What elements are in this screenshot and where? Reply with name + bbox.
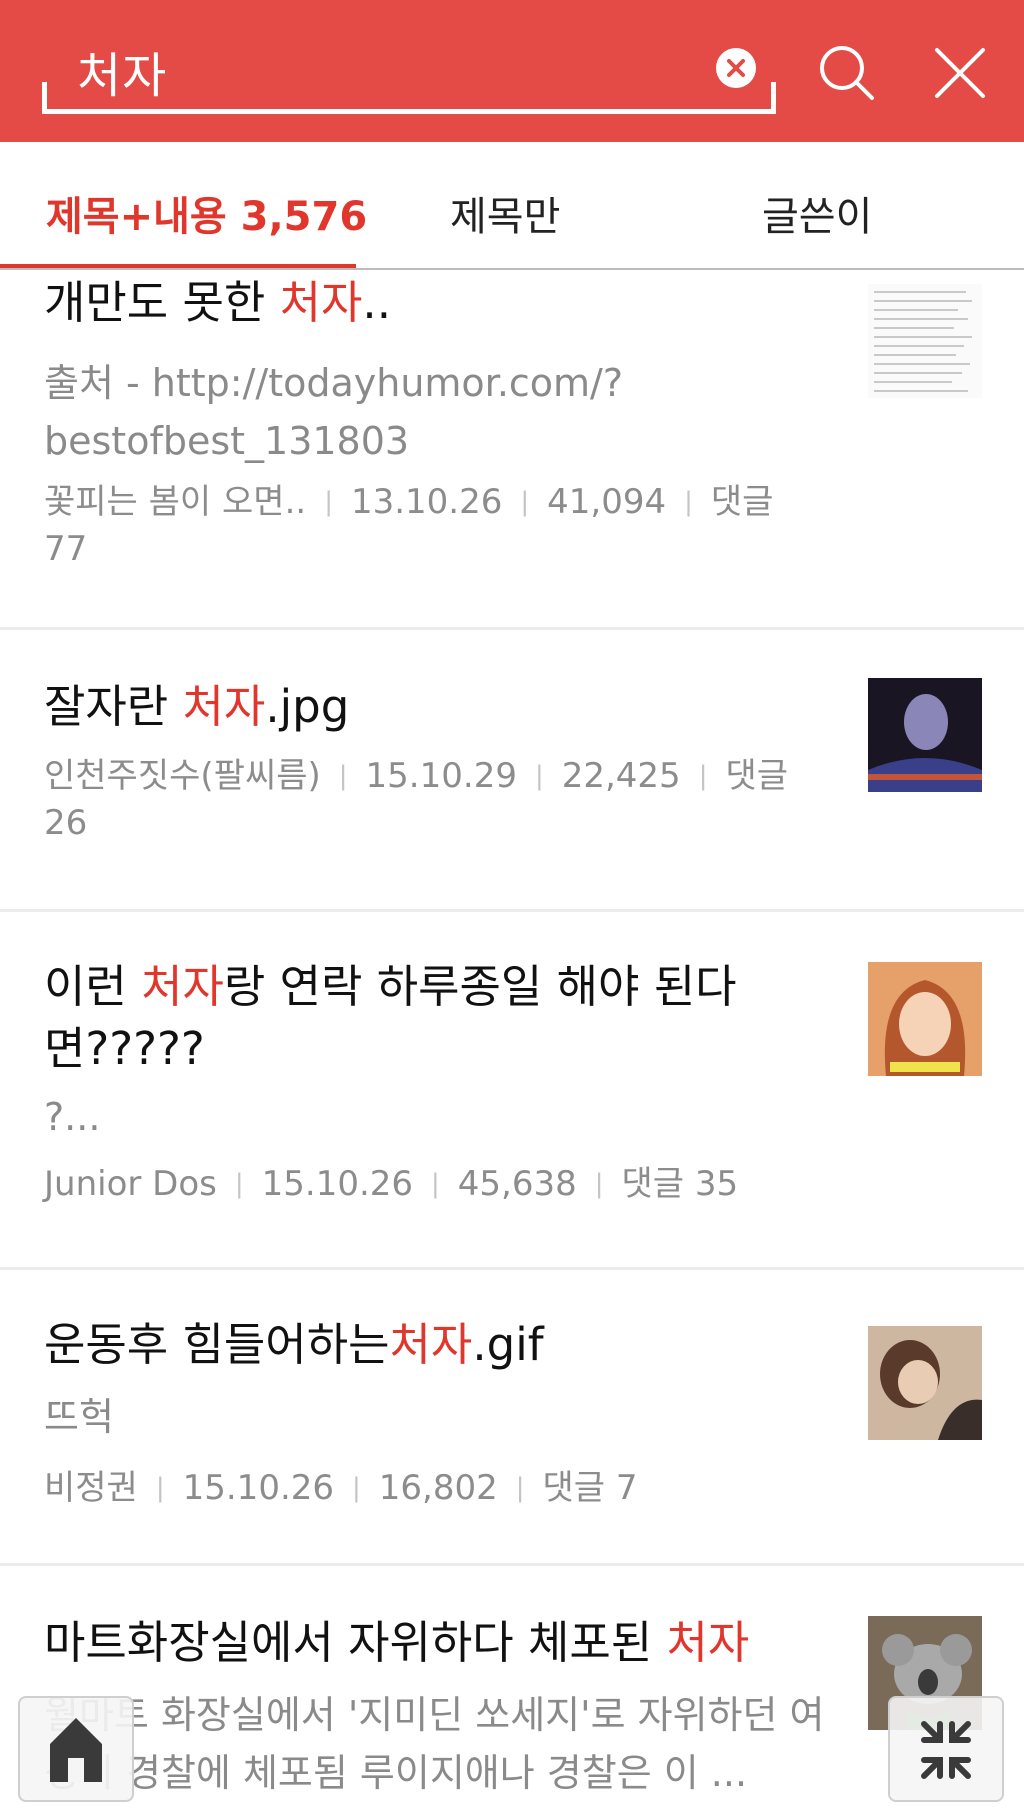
post-meta: 꽃피는 봄이 오면.. | 13.10.26 | 41,094 | 댓글 77 [44,482,774,569]
highlight-term: 처자 [666,1616,750,1669]
list-item[interactable]: 개만도 못한 처자.. 출처 - http://todayhumor.com/?… [0,270,1024,630]
post-thumbnail[interactable] [868,678,982,792]
search-results-list: 개만도 못한 처자.. 출처 - http://todayhumor.com/?… [0,270,1024,1820]
post-date: 15.10.26 [182,1468,335,1508]
home-icon [50,1718,102,1782]
search-query-text[interactable]: 처자 [77,36,167,106]
post-title[interactable]: 이런 처자랑 연락 하루종일 해야 된다면????? [44,956,814,1080]
post-date: 15.10.29 [365,756,517,796]
tab-title-only[interactable]: 제목만 [450,184,560,242]
search-filter-tabs: 제목+내용 3,576 제목만 글쓴이 [0,142,1024,270]
post-snippet: ?... [44,1095,101,1139]
post-author: 꽃피는 봄이 오면.. [44,482,307,522]
post-snippet: 뜨헉 [44,1395,114,1439]
post-author: 인천주짓수(팔씨름) [44,756,321,796]
highlight-term: 처자 [389,1318,473,1371]
post-date: 15.10.26 [261,1164,414,1204]
post-views: 22,425 [561,756,681,796]
post-comments: 댓글 35 [621,1164,739,1204]
search-icon[interactable] [812,38,882,108]
post-author: Junior Dos [44,1164,217,1204]
list-item[interactable]: 이런 처자랑 연락 하루종일 해야 된다면????? ?... Junior D… [0,912,1024,1270]
tab-title-content[interactable]: 제목+내용 3,576 [46,184,367,242]
post-date: 13.10.26 [350,482,503,522]
search-header: 처자 [0,0,1024,142]
search-input[interactable]: 처자 [42,34,776,114]
post-views: 45,638 [457,1164,577,1204]
post-thumbnail[interactable] [868,284,982,398]
post-views: 41,094 [547,482,667,522]
list-item[interactable]: 마트화장실에서 자위하다 체포된 처자 월마트 화장실에서 '지미딘 쏘세지'로… [0,1566,1024,1820]
collapse-button[interactable] [888,1696,1004,1802]
post-title[interactable]: 개만도 못한 처자.. [44,272,814,334]
post-thumbnail[interactable] [868,1326,982,1440]
close-icon[interactable] [925,38,995,108]
list-item[interactable]: 잘자란 처자.jpg 인천주짓수(팔씨름) | 15.10.29 | 22,425 | 댓글… [0,630,1024,912]
highlight-term: 처자 [279,276,363,329]
post-snippet: 출처 - http://todayhumor.com/?bestofbest_1… [44,361,624,463]
highlight-term: 처자 [182,680,266,733]
list-item[interactable]: 운동후 힘들어하는처자.gif 뜨헉 비정권 | 15.10.26 | 16,802 | 댓… [0,1270,1024,1566]
home-button[interactable] [18,1696,134,1802]
post-comments: 댓글 7 [542,1468,638,1508]
post-title[interactable]: 운동후 힘들어하는처자.gif [44,1314,814,1376]
post-snippet: 월마트 화장실에서 '지미딘 쏘세지'로 자위하던 여성이 경찰에 체포됨 루이… [44,1693,825,1795]
post-views: 16,802 [378,1468,498,1508]
highlight-term: 처자 [141,960,224,1013]
tab-author[interactable]: 글쓴이 [762,184,872,242]
post-meta: 비정권 | 15.10.26 | 16,802 | 댓글 7 [44,1468,638,1508]
post-author: 비정권 [44,1468,138,1508]
post-title[interactable]: 마트화장실에서 자위하다 체포된 처자 [44,1612,814,1674]
collapse-icon [921,1721,971,1779]
post-title[interactable]: 잘자란 처자.jpg [44,676,814,738]
post-meta: Junior Dos | 15.10.26 | 45,638 | 댓글 35 [44,1164,739,1204]
post-thumbnail[interactable] [868,962,982,1076]
active-tab-indicator [0,264,356,268]
post-meta: 인천주짓수(팔씨름) | 15.10.29 | 22,425 | 댓글 26 [44,756,789,843]
clear-icon[interactable] [716,48,756,88]
